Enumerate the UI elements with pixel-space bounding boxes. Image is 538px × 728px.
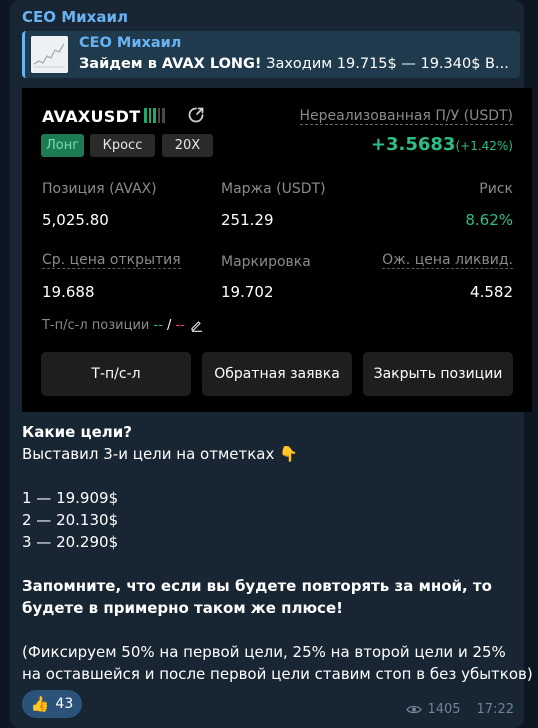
open-price-label: Ср. цена открытия [42,252,181,269]
tpsl-separator: / [162,318,176,333]
tpsl-row: Т-п/с-л позиции -- / -- [42,318,185,333]
reply-sender-name: CEO Михаил [79,35,182,51]
target-item: 1 — 19.909$ [22,489,119,507]
unrealized-pnl-label: Нереализованная П/У (USDT) [299,108,513,125]
views-eye-icon [406,705,423,714]
post-heading: Какие цели? [22,423,132,441]
thumbs-up-icon: 👍 [30,695,50,713]
reply-text-bold: Зайдем в AVAX LONG! [79,56,262,72]
reaction-button[interactable]: 👍 43 [22,690,82,718]
mark-label: Маркировка [221,254,311,270]
post-note: будете в примерно таком же плюсе! [22,599,343,617]
tpsl-label: Т-п/с-л позиции [42,318,150,333]
reply-quote[interactable]: CEO Михаил Зайдем в AVAX LONG! Заходим 1… [22,31,520,78]
reply-text-rest: Заходим 19.715$ — 19.340$ В... [261,56,509,72]
reaction-count: 43 [55,696,74,712]
message-time: 17:22 [476,702,514,717]
message-bubble: CEO Михаил CEO Михаил Зайдем в AVAX LONG… [10,0,533,728]
views-count: 1405 [427,702,461,717]
margin-label: Маржа (USDT) [221,181,326,197]
post-note: Запомните, что если вы будете повторять … [22,577,492,595]
trade-symbol: AVAXUSDT [42,107,141,126]
post-footnote: на оставшейся и после первой цели ставим… [22,665,533,683]
post-line: Выставил 3-и цели на отметках 👇 [22,445,298,463]
signal-bars-icon [144,108,165,123]
reverse-order-button[interactable]: Обратная заявка [202,352,352,396]
tpsl-button[interactable]: Т-п/с-л [41,352,191,396]
mark-value: 19.702 [221,283,274,301]
liquidation-label: Ож. цена ликвид. [382,252,513,269]
edit-icon[interactable] [190,319,203,332]
margin-value: 251.29 [221,211,274,229]
unrealized-pnl-pct: (+1.42%) [455,139,513,153]
risk-value: 8.62% [465,211,513,229]
position-value: 5,025.80 [42,211,109,229]
target-item: 3 — 20.290$ [22,533,119,551]
target-item: 2 — 20.130$ [22,511,119,529]
tpsl-tp-value: -- [153,318,163,333]
tag-cross: Кросс [90,134,155,157]
trade-screenshot[interactable]: AVAXUSDT Лонг Кросс 20X Нереализованная … [22,88,532,412]
reply-thumbnail [31,36,68,73]
unrealized-pnl: +3.5683(+1.42%) [371,134,513,155]
tag-leverage: 20X [162,134,213,157]
close-positions-button[interactable]: Закрыть позиции [363,352,513,396]
position-label: Позиция (AVAX) [42,181,157,197]
reply-text: Зайдем в AVAX LONG! Заходим 19.715$ — 19… [79,56,517,72]
unrealized-pnl-value: +3.5683 [370,134,456,155]
post-footnote: (Фиксируем 50% на первой цели, 25% на вт… [22,643,506,661]
open-price-value: 19.688 [42,283,95,301]
tpsl-sl-value: -- [175,318,185,333]
share-icon [188,107,204,123]
sender-name[interactable]: CEO Михаил [22,8,128,26]
message-meta: 1405 17:22 [406,702,514,717]
tag-long: Лонг [41,134,84,157]
risk-label: Риск [479,181,513,197]
liquidation-value: 4.582 [470,283,513,301]
